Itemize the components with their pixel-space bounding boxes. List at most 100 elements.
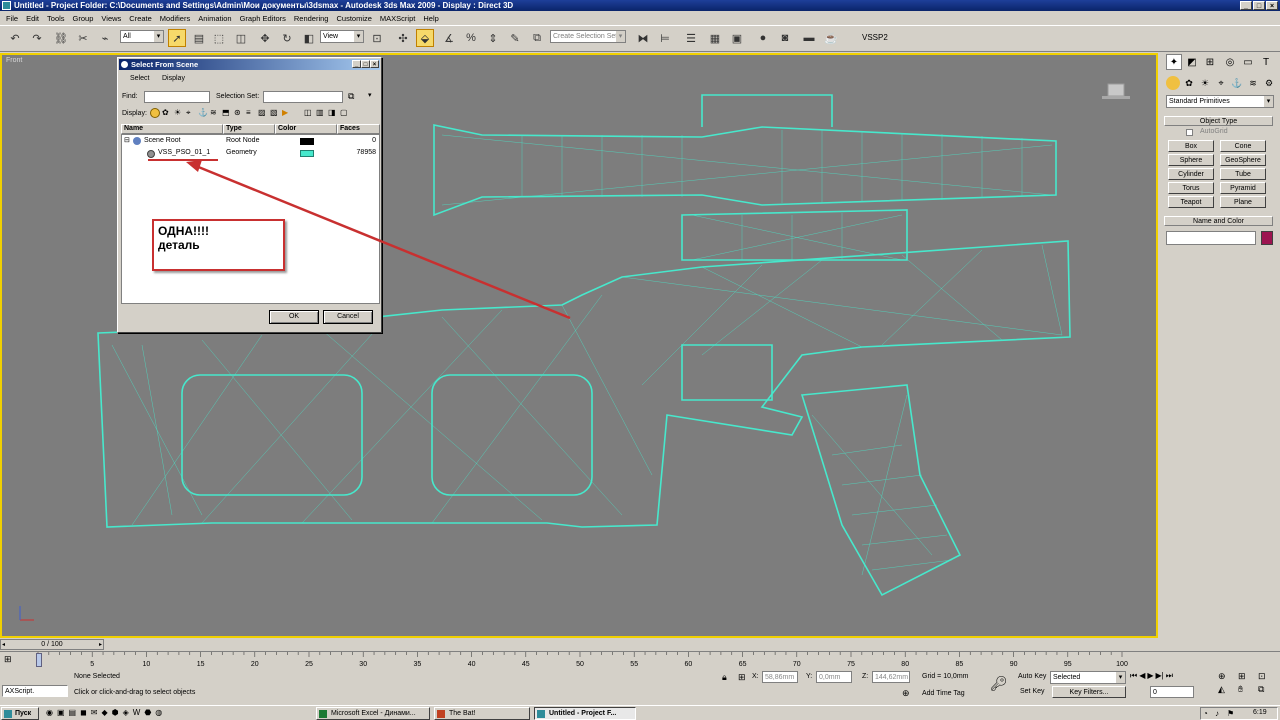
- plane-button[interactable]: Plane: [1220, 196, 1266, 208]
- mail-icon[interactable]: ✉: [91, 708, 98, 717]
- unlink-icon[interactable]: ✂: [74, 29, 92, 47]
- redo-icon[interactable]: ↷: [28, 29, 46, 47]
- display-lights-icon[interactable]: ☀: [174, 108, 184, 118]
- list-view-icon[interactable]: ▥: [316, 108, 326, 118]
- key-filters-button[interactable]: Key Filters...: [1052, 686, 1126, 698]
- explorer-icon[interactable]: ▤: [69, 708, 77, 717]
- taskbar-excel[interactable]: Microsoft Excel - Динами...: [316, 707, 430, 720]
- geometry-category-icon[interactable]: [1166, 76, 1180, 90]
- tree-collapse-icon[interactable]: ⊟: [124, 136, 130, 144]
- add-time-tag[interactable]: Add Time Tag: [922, 690, 965, 697]
- dialog-dropdown-chevron-icon[interactable]: ▾: [368, 91, 378, 103]
- cylinder-button[interactable]: Cylinder: [1168, 168, 1214, 180]
- object-name-input[interactable]: [1166, 231, 1256, 245]
- pyramid-button[interactable]: Pyramid: [1220, 182, 1266, 194]
- angle-snap-icon[interactable]: ∡: [440, 29, 458, 47]
- prev-key-icon[interactable]: ◀: [1139, 671, 1145, 681]
- named-selection-sets-dropdown[interactable]: Create Selection Set: [550, 30, 626, 43]
- column-header-name[interactable]: Name: [121, 124, 223, 134]
- reference-coord-dropdown[interactable]: View: [320, 30, 364, 43]
- app-icon-3[interactable]: ◈: [123, 708, 129, 717]
- menu-file[interactable]: File: [2, 14, 22, 23]
- dialog-close-button[interactable]: ×: [370, 60, 379, 68]
- media-icon[interactable]: ◼: [80, 708, 87, 717]
- dialog-title-bar[interactable]: Select From Scene _ □ ×: [119, 59, 380, 70]
- app-icon-5[interactable]: ◍: [155, 708, 162, 717]
- zoom-extents-icon[interactable]: ⊡: [1258, 671, 1276, 682]
- key-mode-dropdown[interactable]: Selected: [1050, 671, 1126, 684]
- y-coordinate[interactable]: 0,0mm: [816, 671, 852, 683]
- find-input[interactable]: [144, 91, 210, 103]
- time-tag-icon[interactable]: ⊕: [902, 688, 910, 699]
- word-icon[interactable]: W: [133, 708, 141, 717]
- columns-icon[interactable]: ◨: [328, 108, 338, 118]
- selection-filter-dropdown[interactable]: All: [120, 30, 164, 43]
- menu-edit[interactable]: Edit: [22, 14, 43, 23]
- undo-icon[interactable]: ↶: [6, 29, 24, 47]
- display-groups-icon[interactable]: ⬒: [222, 108, 232, 118]
- next-key-icon[interactable]: ▶|: [1156, 671, 1164, 681]
- link-icon[interactable]: ⛓: [52, 29, 70, 47]
- spacewarps-category-icon[interactable]: ≋: [1246, 76, 1260, 90]
- table-row[interactable]: VSS_PSO_01_1 Geometry 78958: [122, 148, 379, 159]
- menu-rendering[interactable]: Rendering: [290, 14, 333, 23]
- menu-graph-editors[interactable]: Graph Editors: [236, 14, 290, 23]
- column-header-type[interactable]: Type: [223, 124, 275, 134]
- lock-selection-icon[interactable]: 🔒︎: [722, 672, 727, 683]
- menu-group[interactable]: Group: [69, 14, 98, 23]
- zoom-icon[interactable]: ⊕: [1218, 671, 1236, 682]
- app-icon-1[interactable]: ◆: [101, 708, 107, 717]
- scale-icon[interactable]: ◧: [300, 29, 318, 47]
- display-cameras-icon[interactable]: ⌖: [186, 108, 196, 118]
- display-geometry-icon[interactable]: [150, 108, 160, 118]
- modify-tab-icon[interactable]: ◩: [1184, 54, 1200, 70]
- dialog-menu-select[interactable]: Select: [130, 75, 149, 82]
- cancel-button[interactable]: Cancel: [323, 310, 373, 324]
- tray-network-icon[interactable]: ◔: [1203, 709, 1208, 718]
- tray-lang-icon[interactable]: ⚑: [1227, 709, 1234, 718]
- ok-button[interactable]: OK: [269, 310, 319, 324]
- table-row[interactable]: ⊟ Scene Root Root Node 0: [122, 136, 379, 147]
- menu-help[interactable]: Help: [419, 14, 442, 23]
- menu-views[interactable]: Views: [97, 14, 125, 23]
- box-button[interactable]: Box: [1168, 140, 1214, 152]
- helpers-category-icon[interactable]: ⚓: [1230, 76, 1244, 90]
- start-button[interactable]: Пуск: [1, 707, 39, 720]
- maxscript-listener[interactable]: AXScript.: [2, 685, 68, 697]
- absolute-mode-icon[interactable]: ⊞: [738, 672, 746, 683]
- display-all-icon[interactable]: ▨: [258, 108, 268, 118]
- desktop-icon[interactable]: ▣: [57, 708, 65, 717]
- move-icon[interactable]: ✥: [256, 29, 274, 47]
- track-bar[interactable]: ⊞ 5 10 15 20 25 30 35 40 45 50 55 60 65 70 75 80 85 90 95 1…: [0, 651, 1280, 668]
- prev-frame-icon[interactable]: ◂: [2, 641, 5, 650]
- sphere-button[interactable]: Sphere: [1168, 154, 1214, 166]
- menu-customize[interactable]: Customize: [332, 14, 375, 23]
- time-slider[interactable]: ◂ 0 / 100 ▸: [0, 639, 104, 650]
- goto-end-icon[interactable]: ⏭︎: [1166, 671, 1173, 681]
- menu-modifiers[interactable]: Modifiers: [156, 14, 194, 23]
- x-coordinate[interactable]: 58,86mm: [762, 671, 798, 683]
- auto-key-button[interactable]: Auto Key: [1018, 673, 1046, 680]
- rect-selection-icon[interactable]: ⬚: [210, 29, 228, 47]
- motion-tab-icon[interactable]: ◎: [1222, 54, 1238, 70]
- dialog-maximize-button[interactable]: □: [361, 60, 370, 68]
- display-invert-icon[interactable]: ▶: [282, 108, 292, 118]
- display-helpers-icon[interactable]: ⚓: [198, 108, 208, 118]
- menu-animation[interactable]: Animation: [194, 14, 235, 23]
- display-none-icon[interactable]: ▧: [270, 108, 280, 118]
- pan-icon[interactable]: ✋︎: [1238, 684, 1256, 695]
- selection-set-dropdown[interactable]: [263, 91, 343, 103]
- current-frame-marker[interactable]: [36, 653, 42, 667]
- zoom-all-icon[interactable]: ⊞: [1238, 671, 1256, 682]
- app-icon-4[interactable]: ⬣: [144, 708, 151, 717]
- layer-manager-icon[interactable]: ☰: [682, 29, 700, 47]
- menu-create[interactable]: Create: [125, 14, 156, 23]
- display-xrefs-icon[interactable]: ⊛: [234, 108, 244, 118]
- render-setup-icon[interactable]: ◙: [776, 29, 794, 47]
- bind-spacewarp-icon[interactable]: ⌁: [96, 29, 114, 47]
- align-icon[interactable]: ⊨: [656, 29, 674, 47]
- rotate-icon[interactable]: ↻: [278, 29, 296, 47]
- display-bones-icon[interactable]: ≡: [246, 108, 256, 118]
- autogrid-checkbox[interactable]: [1186, 129, 1193, 136]
- maximize-viewport-icon[interactable]: ⧉: [1258, 684, 1276, 695]
